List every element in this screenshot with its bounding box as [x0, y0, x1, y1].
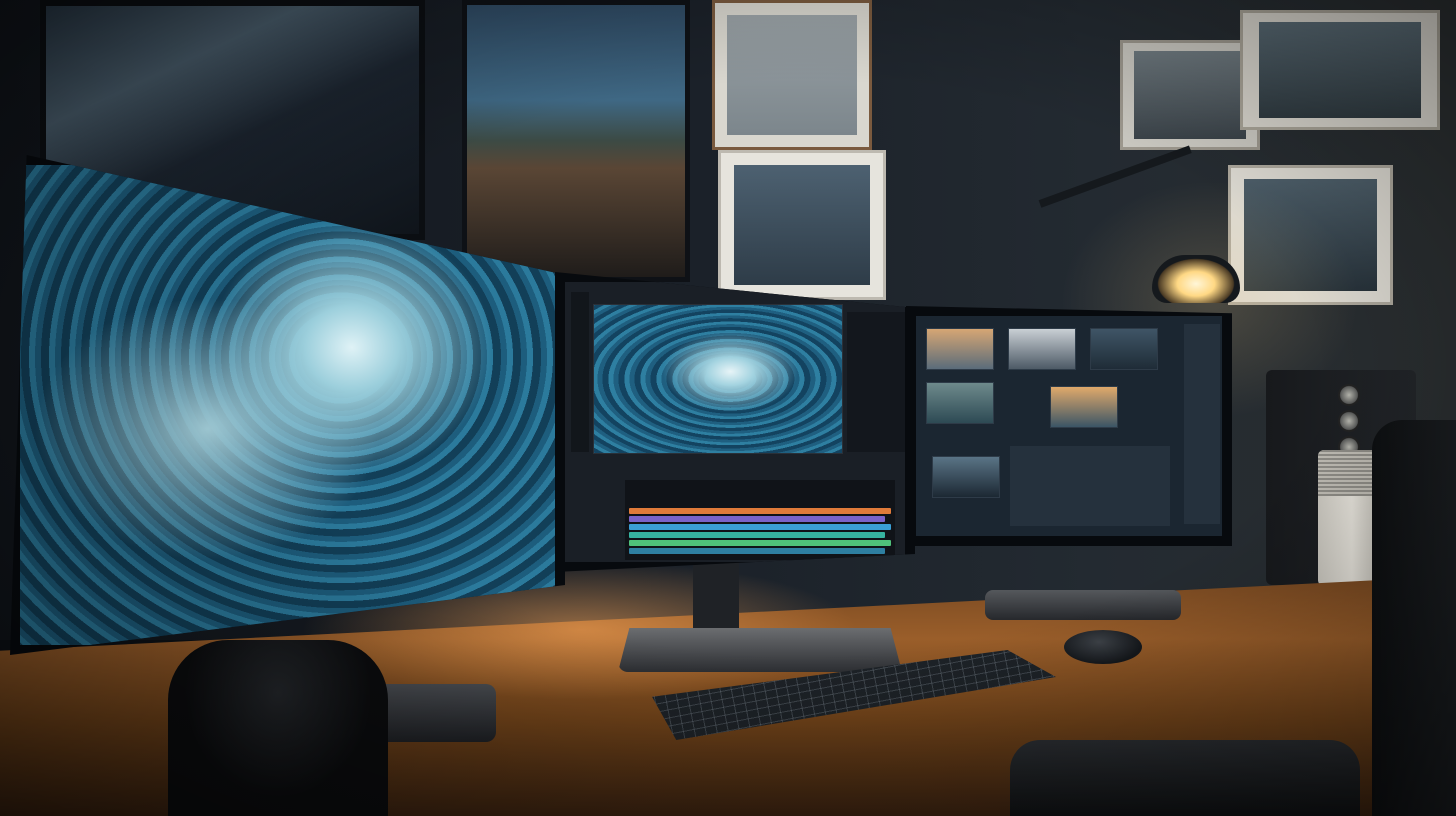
mouse-icon — [1064, 630, 1142, 664]
media-thumb — [1008, 328, 1076, 370]
wall-art-frame-2 — [718, 150, 886, 300]
editor-tool-panel — [571, 292, 589, 452]
media-thumb — [926, 382, 994, 424]
media-thumb — [926, 328, 994, 370]
video-editor — [565, 282, 905, 562]
monitor-base-center — [618, 628, 902, 672]
camera-icon — [168, 640, 388, 816]
editor-timeline — [625, 480, 895, 560]
lamp-icon — [1152, 255, 1240, 303]
media-sidebar — [1184, 324, 1220, 524]
editor-inspector-panel — [847, 312, 905, 452]
timeline-track — [629, 548, 885, 554]
timeline-track — [629, 508, 891, 514]
media-thumb — [1090, 328, 1158, 370]
wall-art-frame-1 — [712, 0, 872, 150]
desk-scene — [0, 0, 1456, 816]
video-preview — [593, 304, 843, 454]
timeline-track — [629, 532, 885, 538]
timeline-track — [629, 516, 885, 522]
media-panel — [1010, 446, 1170, 526]
monitor-base-right — [985, 590, 1181, 620]
timeline-track — [629, 524, 891, 530]
timeline-track — [629, 540, 891, 546]
monitor-right — [906, 306, 1232, 546]
media-browser — [916, 316, 1222, 536]
chair-back — [1372, 420, 1456, 816]
wall-art-frame-3 — [1120, 40, 1260, 150]
wall-art-frame-4 — [1240, 10, 1440, 130]
media-thumb — [932, 456, 1000, 498]
monitor-center — [555, 272, 915, 572]
media-thumb — [1050, 386, 1118, 428]
wall-art-coast — [462, 0, 690, 282]
chair-armrest — [1010, 740, 1360, 816]
